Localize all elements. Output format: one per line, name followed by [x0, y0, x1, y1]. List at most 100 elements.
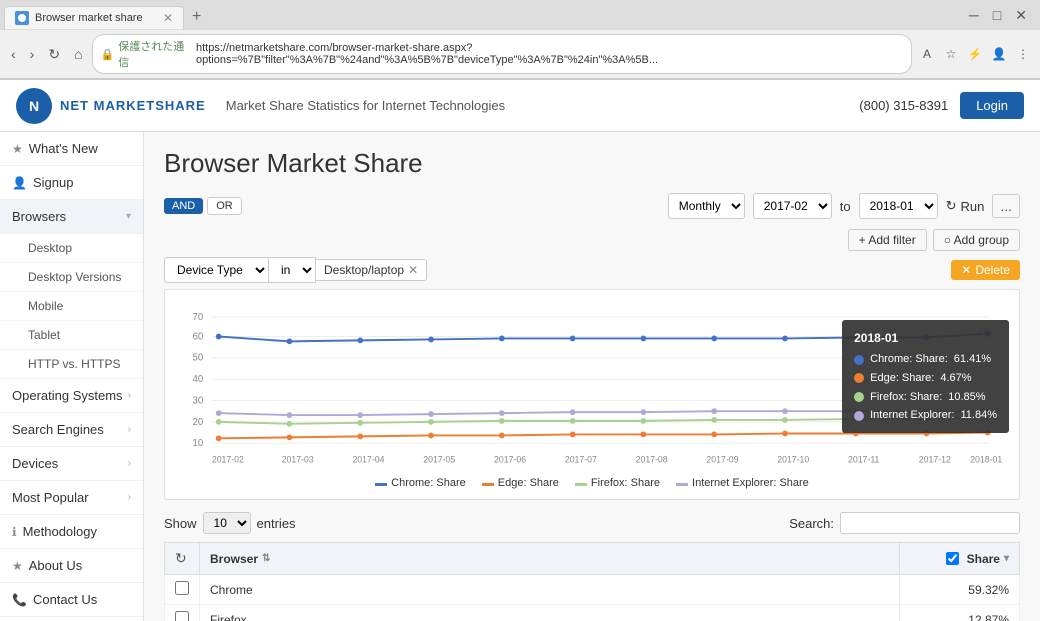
sidebar-item-methodology[interactable]: ℹMethodology: [0, 515, 143, 549]
row-checkbox[interactable]: [175, 611, 189, 621]
add-group-button[interactable]: ○ Add group: [933, 229, 1020, 251]
search-input[interactable]: [840, 512, 1020, 534]
main-content: Browser Market Share AND OR Monthly 2017…: [144, 132, 1040, 621]
extension-button[interactable]: ⚡: [964, 43, 986, 65]
new-tab-button[interactable]: +: [184, 4, 209, 30]
svg-text:2017-12: 2017-12: [919, 455, 951, 465]
app-container: N NET MARKETSHARE Market Share Statistic…: [0, 80, 1040, 621]
sidebar-item-devices[interactable]: Devices ›: [0, 447, 143, 481]
sidebar-item-whats-new[interactable]: ★What's New: [0, 132, 143, 166]
sidebar-item-about-us[interactable]: ★About Us: [0, 549, 143, 583]
firefox-legend-label: Firefox: Share: [591, 477, 660, 489]
main-layout: ★What's New 👤Signup Browsers ▾ Desktop D…: [0, 132, 1040, 621]
or-button[interactable]: OR: [207, 197, 242, 215]
chart-area: 70 60 50 40 30 20 10 2017-02: [164, 289, 1020, 500]
toolbar-icons: A ☆ ⚡ 👤 ⋮: [916, 43, 1034, 65]
add-filter-button[interactable]: + Add filter: [848, 229, 927, 251]
sidebar-item-operating-systems[interactable]: Operating Systems ›: [0, 379, 143, 413]
svg-text:2017-06: 2017-06: [494, 455, 526, 465]
logo-text: N: [29, 98, 39, 114]
sidebar-item-developers[interactable]: </>Developers ›: [0, 617, 143, 621]
sidebar: ★What's New 👤Signup Browsers ▾ Desktop D…: [0, 132, 144, 621]
svg-text:2017-02: 2017-02: [212, 455, 244, 465]
bookmark-button[interactable]: ☆: [940, 43, 962, 65]
sidebar-item-tablet[interactable]: Tablet: [0, 321, 143, 350]
address-bar[interactable]: 🔒 保護された通信 https://netmarketshare.com/bro…: [92, 34, 912, 74]
and-button[interactable]: AND: [164, 198, 203, 214]
delete-filter-button[interactable]: ✕ Delete: [951, 260, 1020, 280]
url-text: https://netmarketshare.com/browser-marke…: [196, 42, 903, 66]
profile-button[interactable]: 👤: [988, 43, 1010, 65]
reader-mode-button[interactable]: A: [916, 43, 938, 65]
sort-icon: ⇅: [262, 553, 270, 564]
share-column-checkbox[interactable]: [946, 552, 959, 565]
sidebar-item-mobile[interactable]: Mobile: [0, 292, 143, 321]
home-button[interactable]: ⌂: [69, 44, 87, 64]
chrome-legend-label: Chrome: Share: [391, 477, 466, 489]
refresh-button[interactable]: ↻: [43, 44, 65, 65]
chrome-dot: [854, 355, 864, 365]
chevron-right-icon: ›: [128, 424, 131, 435]
svg-text:60: 60: [192, 331, 203, 342]
ie-value: 11.84%: [961, 406, 998, 425]
show-label: Show: [164, 516, 197, 531]
svg-text:2017-10: 2017-10: [777, 455, 809, 465]
sidebar-item-signup[interactable]: 👤Signup: [0, 166, 143, 200]
browser-toolbar: ‹ › ↻ ⌂ 🔒 保護された通信 https://netmarketshare…: [0, 30, 1040, 79]
refresh-table-button[interactable]: ↻: [175, 550, 187, 567]
table-row: Firefox 12.87%: [165, 605, 1020, 621]
svg-text:2017-04: 2017-04: [352, 455, 384, 465]
browser-tab[interactable]: Browser market share ✕: [4, 6, 184, 29]
search-label: Search:: [789, 516, 834, 531]
tooltip-row-edge: Edge: Share: 4.67%: [854, 369, 997, 388]
sidebar-item-browsers[interactable]: Browsers ▾: [0, 200, 143, 234]
edge-legend-color: [482, 483, 494, 486]
filter-op-select[interactable]: in: [269, 257, 316, 283]
phone-number: (800) 315-8391: [859, 98, 948, 113]
tooltip-row-ie: Internet Explorer: 11.84%: [854, 406, 997, 425]
browser-table: ↻ Browser ⇅ Share ▾: [164, 542, 1020, 621]
table-controls: Show 10 entries Search:: [164, 512, 1020, 534]
period-to-select[interactable]: 2018-01: [859, 193, 938, 219]
close-window-button[interactable]: ✕: [1010, 5, 1032, 26]
tab-close-button[interactable]: ✕: [163, 11, 173, 25]
sidebar-item-contact-us[interactable]: 📞Contact Us: [0, 583, 143, 617]
th-browser: Browser ⇅: [200, 543, 900, 575]
tab-title: Browser market share: [35, 12, 155, 24]
edge-label: Edge: Share:: [870, 369, 934, 388]
run-button[interactable]: ↻ Run: [946, 198, 985, 214]
sidebar-item-most-popular[interactable]: Most Popular ›: [0, 481, 143, 515]
login-button[interactable]: Login: [960, 92, 1024, 119]
entries-select[interactable]: 10: [203, 512, 251, 534]
brand-name: NET MARKETSHARE: [60, 98, 206, 113]
sidebar-item-desktop-versions[interactable]: Desktop Versions: [0, 263, 143, 292]
sidebar-item-http-vs-https[interactable]: HTTP vs. HTTPS: [0, 350, 143, 379]
tooltip-title: 2018-01: [854, 328, 997, 348]
sidebar-item-desktop[interactable]: Desktop: [0, 234, 143, 263]
row-checkbox[interactable]: [175, 581, 189, 595]
to-label: to: [840, 199, 851, 214]
legend-chrome: Chrome: Share: [375, 477, 466, 489]
filter-right: Monthly 2017-02 to 2018-01 ↻ Run ...: [668, 193, 1020, 219]
th-share[interactable]: Share ▾: [900, 543, 1020, 575]
app-header: N NET MARKETSHARE Market Share Statistic…: [0, 80, 1040, 132]
settings-button[interactable]: ⋮: [1012, 43, 1034, 65]
filter-controls: AND OR Monthly 2017-02 to 2018-01: [164, 193, 1020, 219]
row-checkbox-cell: [165, 575, 200, 605]
lock-icon: 🔒: [101, 48, 115, 61]
more-options-button[interactable]: ...: [992, 194, 1020, 218]
period-type-select[interactable]: Monthly: [668, 193, 745, 219]
star-icon: ★: [12, 142, 23, 156]
x-icon: ✕: [961, 263, 971, 277]
period-from-select[interactable]: 2017-02: [753, 193, 832, 219]
filter-field-select[interactable]: Device Type: [164, 257, 269, 283]
minimize-button[interactable]: ─: [964, 5, 984, 26]
tab-favicon: [15, 11, 29, 25]
maximize-button[interactable]: □: [988, 5, 1006, 26]
th-checkbox: ↻: [165, 543, 200, 575]
back-button[interactable]: ‹: [6, 44, 21, 64]
sidebar-item-search-engines[interactable]: Search Engines ›: [0, 413, 143, 447]
forward-button[interactable]: ›: [25, 44, 40, 64]
filter-remove-button[interactable]: ✕: [408, 263, 418, 277]
browser-chrome: Browser market share ✕ + ─ □ ✕ ‹ › ↻ ⌂ 🔒…: [0, 0, 1040, 80]
